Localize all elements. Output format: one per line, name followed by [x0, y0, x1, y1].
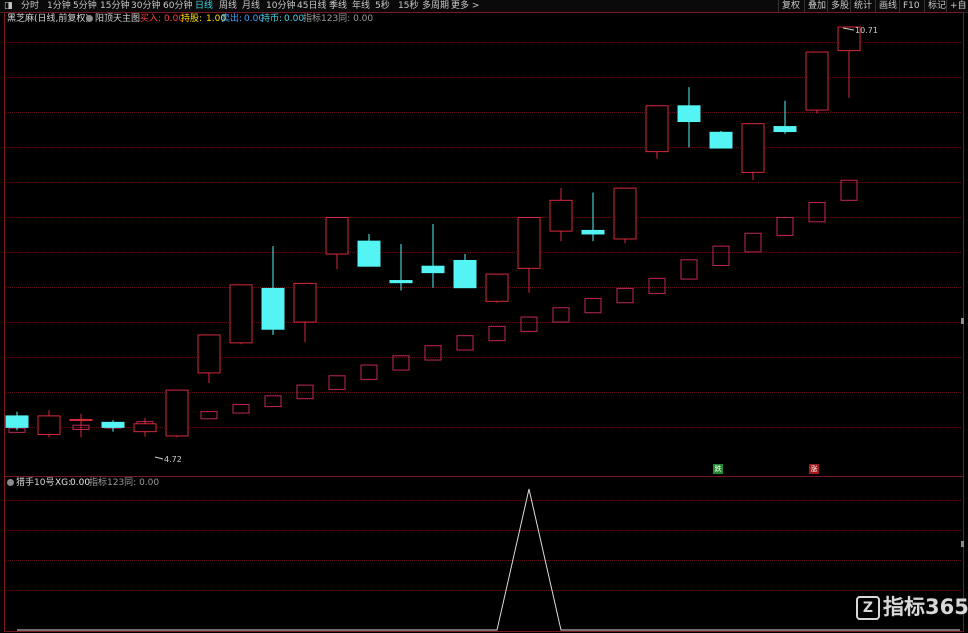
candle-body-up[interactable] [805, 51, 829, 111]
lower-band-box [840, 179, 858, 201]
candle-body-up[interactable] [325, 217, 349, 255]
candle-body-down[interactable] [677, 105, 701, 123]
lower-band-box [232, 403, 250, 414]
candle-body-up[interactable] [549, 199, 573, 232]
lower-band-box [808, 201, 826, 223]
candle-body-down[interactable] [261, 287, 285, 330]
candle-body-down[interactable] [101, 421, 125, 428]
lower-band-box [328, 375, 346, 390]
candle-body-down[interactable] [709, 131, 733, 149]
high-label: 10.71 [855, 26, 878, 35]
lower-band-box [296, 384, 314, 400]
candle-body-down[interactable] [773, 126, 797, 133]
candle-body-up[interactable] [741, 123, 765, 173]
candle-body-up[interactable] [613, 187, 637, 240]
chart-svg: 10.71 4.72 [5, 26, 964, 631]
lower-band-box [200, 411, 218, 420]
lower-band-box [456, 335, 474, 351]
low-marker-arrow [154, 456, 164, 460]
candle-body-up[interactable] [485, 273, 509, 302]
candle-body-down[interactable] [581, 229, 605, 235]
lower-band-box [648, 277, 666, 294]
candle-body-down[interactable] [421, 265, 445, 274]
candle-body-up[interactable] [37, 415, 61, 436]
lower-band-box [744, 232, 762, 253]
lower-band-box [552, 307, 570, 323]
lower-band-box [488, 325, 506, 342]
candle-body-down[interactable] [5, 415, 29, 428]
lower-band-box [616, 287, 634, 304]
lower-band-box [360, 364, 378, 380]
signal-tag-0: 跌 [713, 464, 723, 474]
scroll-marker[interactable] [961, 318, 964, 324]
watermark-text: 指标365 [883, 595, 968, 619]
candle-body-down[interactable] [453, 259, 477, 289]
candle-body-up[interactable] [165, 389, 189, 437]
candle-body-up[interactable] [133, 423, 157, 433]
lower-band-box [712, 245, 730, 266]
xg-signal-line [17, 488, 960, 631]
lower-band-box [264, 395, 282, 408]
low-label: 4.72 [164, 455, 182, 464]
candle-body-up[interactable] [197, 334, 221, 374]
candle-body-up[interactable] [645, 105, 669, 153]
lower-band-box [776, 217, 794, 236]
signal-tag-1: 涨 [809, 464, 819, 474]
candle-body-up[interactable] [293, 282, 317, 323]
watermark-logo: Z 指标365 [856, 594, 968, 620]
lower-band-box [392, 355, 410, 371]
lower-band-box [584, 297, 602, 314]
lower-band-box [680, 259, 698, 280]
lower-band-box [520, 316, 538, 332]
candle-body-up[interactable] [69, 418, 93, 421]
candle-body-down[interactable] [389, 280, 413, 284]
candle-body-down[interactable] [357, 240, 381, 267]
lower-band-box [424, 345, 442, 361]
candle-body-up[interactable] [229, 284, 253, 344]
scroll-marker[interactable] [961, 541, 964, 547]
logo-z-icon: Z [856, 596, 880, 620]
candle-body-up[interactable] [517, 217, 541, 269]
